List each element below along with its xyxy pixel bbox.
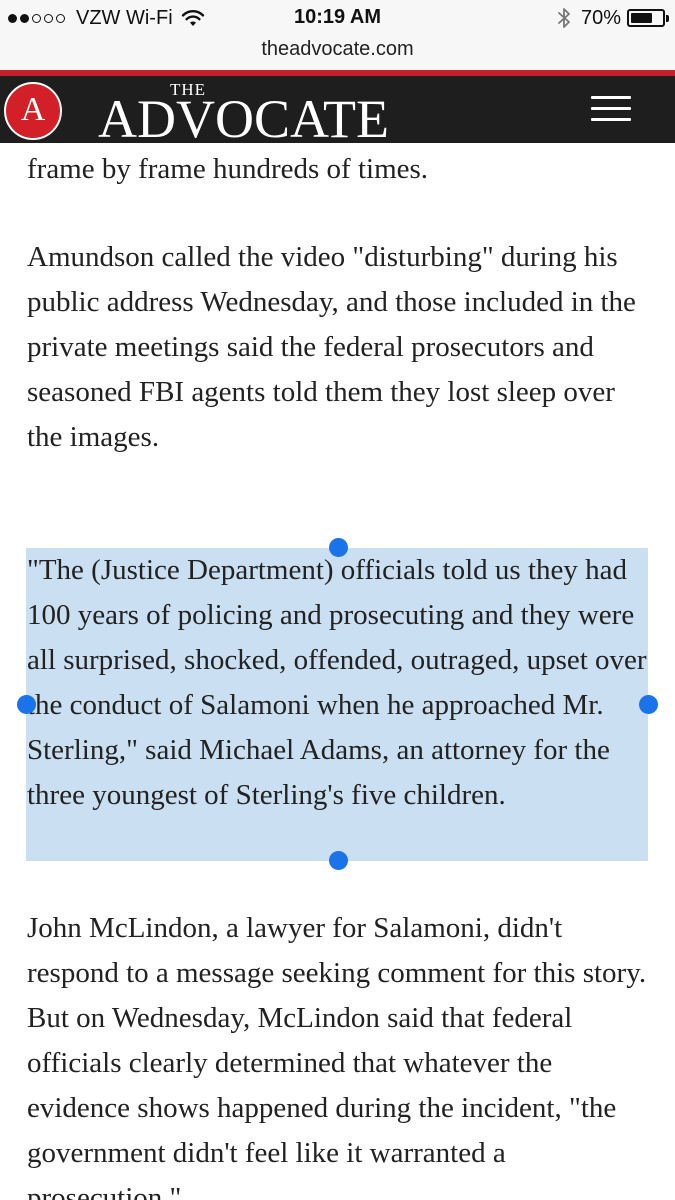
selection-end-handle[interactable] [329, 851, 348, 870]
battery-percentage: 70% [580, 6, 621, 29]
menu-bar [591, 118, 631, 121]
article-body: frame by frame hundreds of times. Amunds… [0, 143, 675, 1200]
menu-bar [591, 107, 631, 110]
selection-start-handle[interactable] [329, 538, 348, 557]
selected-paragraph[interactable]: "The (Justice Department) officials told… [27, 548, 649, 818]
address-bar[interactable]: theadvocate.com [0, 36, 675, 70]
hamburger-menu-icon[interactable] [591, 96, 631, 122]
status-right: 70% [557, 6, 669, 30]
article-paragraph: Amundson called the video "disturbing" d… [27, 241, 636, 453]
article-paragraph: John McLindon, a lawyer for Salamoni, di… [27, 912, 647, 1200]
menu-bar [591, 96, 631, 99]
selection-right-handle[interactable] [639, 695, 658, 714]
advocate-logo-badge[interactable]: A [4, 82, 62, 140]
article-paragraph: frame by frame hundreds of times. [27, 153, 429, 185]
wordmark-main: ADVOCATE [98, 89, 389, 149]
battery-fill [631, 13, 652, 23]
bluetooth-icon [558, 8, 570, 28]
status-bar: VZW Wi-Fi 10:19 AM 70% [0, 0, 675, 36]
selection-left-handle[interactable] [17, 695, 36, 714]
site-header: A THE ADVOCATE [0, 76, 675, 149]
url-text[interactable]: theadvocate.com [261, 38, 413, 60]
battery-icon [627, 9, 669, 27]
logo-letter: A [20, 91, 46, 128]
